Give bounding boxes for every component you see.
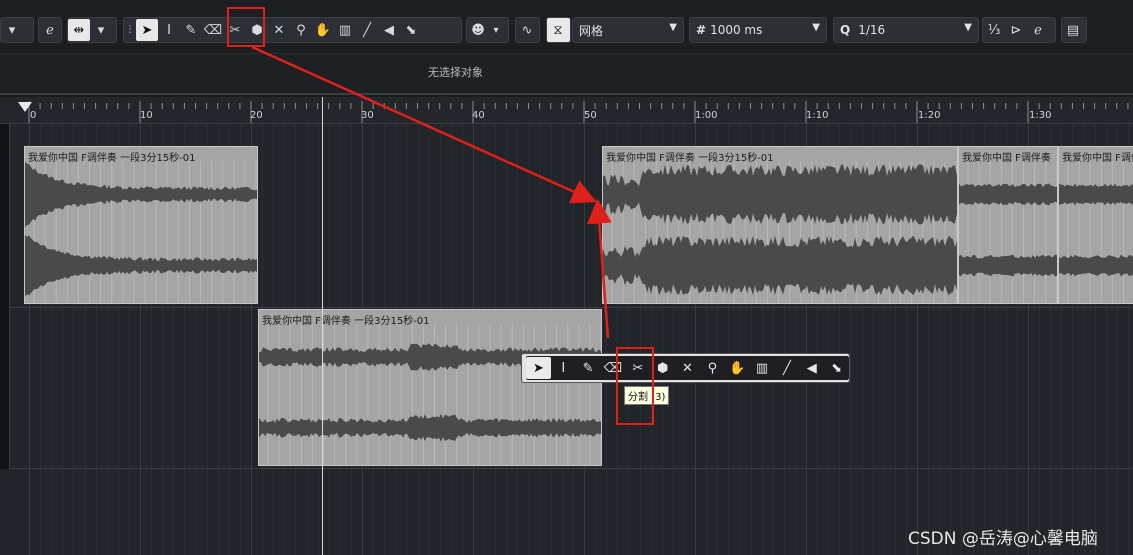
- annotation-arrow: [251, 45, 597, 204]
- watermark: CSDN @岳涛@心馨电脑: [908, 529, 1098, 549]
- annotation-arrows: [251, 45, 612, 339]
- annotation-arrow: [586, 198, 612, 339]
